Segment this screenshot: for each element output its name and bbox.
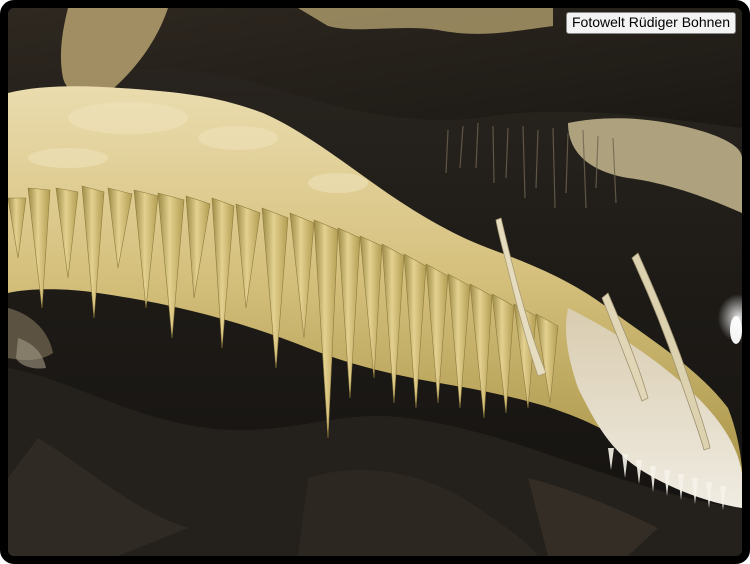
- photo-credit-label: Fotowelt Rüdiger Bohnen: [566, 12, 736, 34]
- cave-photo: [8, 8, 742, 556]
- photo-frame: Fotowelt Rüdiger Bohnen: [0, 0, 750, 564]
